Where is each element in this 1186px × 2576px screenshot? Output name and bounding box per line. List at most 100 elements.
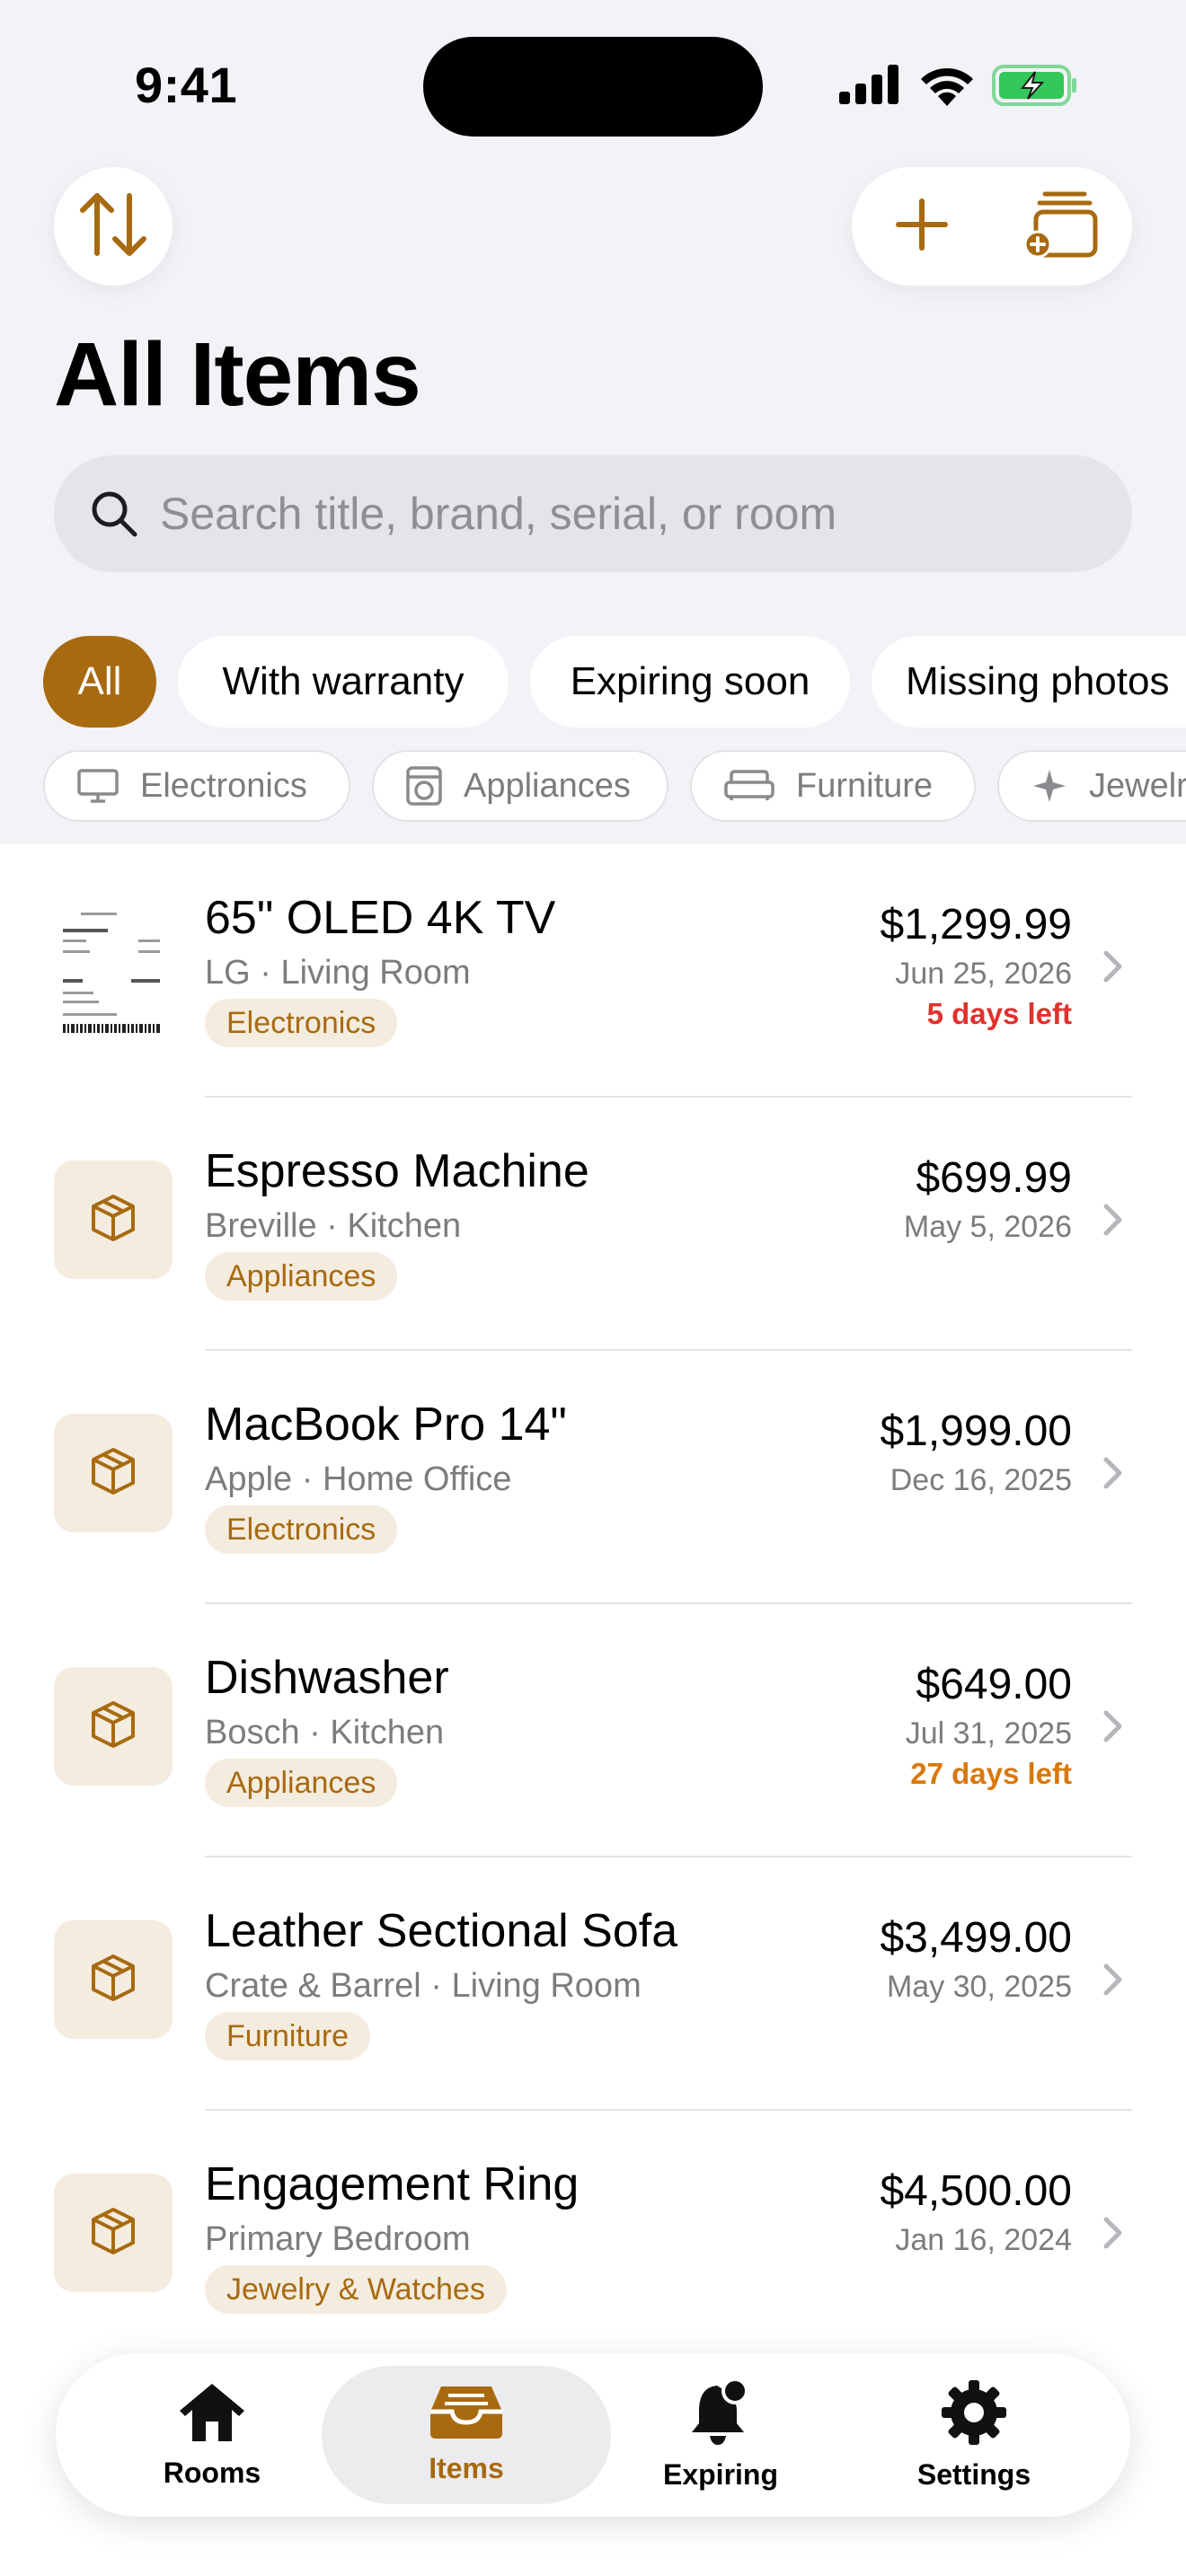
item-thumbnail: [54, 1920, 173, 2039]
item-name: 65" OLED 4K TV: [205, 892, 556, 944]
warranty-remaining: 27 days left: [910, 1757, 1072, 1790]
filter-chip-with-warranty[interactable]: With warranty: [178, 636, 509, 728]
category-badge: Jewelry & Watches: [205, 2265, 507, 2314]
category-chip-label: Appliances: [464, 766, 631, 805]
filter-chip-label: With warranty: [222, 659, 465, 703]
bell-badge-icon: [686, 2378, 755, 2451]
list-item[interactable]: Espresso Machine Breville · Kitchen Appl…: [0, 1098, 1186, 1351]
tab-label: Settings: [916, 2458, 1031, 2491]
warranty-remaining: 5 days left: [926, 997, 1072, 1030]
add-item-button[interactable]: [852, 167, 992, 286]
arrow-up-down-icon: [77, 190, 149, 263]
item-name: Espresso Machine: [205, 1145, 589, 1197]
box-icon: [88, 1446, 138, 1501]
item-subtitle: LG · Living Room: [205, 954, 471, 992]
item-date: Jul 31, 2025: [905, 1716, 1072, 1751]
tab-label: Items: [429, 2452, 504, 2484]
category-chip-jewelry[interactable]: Jewelry: [997, 750, 1186, 822]
gear-icon: [940, 2378, 1008, 2451]
search-icon: [90, 490, 138, 543]
status-time: 9:41: [135, 57, 238, 113]
item-date: Jan 16, 2024: [895, 2223, 1072, 2257]
item-date: Dec 16, 2025: [890, 1463, 1072, 1497]
category-chip-label: Electronics: [140, 766, 307, 805]
chevron-right-icon: [1102, 948, 1125, 989]
item-thumbnail: [54, 1160, 173, 1279]
filter-chip-label: Missing photos: [906, 659, 1170, 703]
filter-chip-expiring-soon[interactable]: Expiring soon: [530, 636, 850, 728]
bulk-add-button[interactable]: [992, 167, 1132, 286]
item-date: May 5, 2026: [903, 1210, 1072, 1244]
list-item[interactable]: MacBook Pro 14" Apple · Home Office Elec…: [0, 1351, 1186, 1604]
box-icon: [88, 1699, 138, 1754]
box-icon: [88, 1193, 138, 1248]
item-price: $1,999.00: [880, 1407, 1072, 1455]
category-badge: Furniture: [205, 2012, 371, 2060]
category-badge: Electronics: [205, 999, 398, 1047]
item-thumbnail: [54, 1414, 173, 1532]
stack-add-icon: [1023, 189, 1101, 265]
item-subtitle: Apple · Home Office: [205, 1460, 512, 1498]
chevron-right-icon: [1102, 1455, 1125, 1495]
item-date: May 30, 2025: [886, 1970, 1072, 2004]
sparkle-icon: [1031, 768, 1067, 804]
list-item[interactable]: Dishwasher Bosch · Kitchen Appliances $6…: [0, 1604, 1186, 1857]
tab-settings[interactable]: Settings: [848, 2366, 1100, 2504]
item-price: $3,499.00: [880, 1914, 1072, 1962]
chevron-right-icon: [1102, 1708, 1125, 1749]
box-icon: [88, 2206, 138, 2261]
house-icon: [176, 2380, 248, 2449]
category-badge: Electronics: [205, 1505, 398, 1554]
list-item[interactable]: Engagement Ring Primary Bedroom Jewelry …: [0, 2111, 1186, 2364]
header-actions: [852, 167, 1132, 286]
search-input[interactable]: [160, 455, 1112, 572]
item-name: Engagement Ring: [205, 2158, 580, 2210]
filter-chip-label: All: [77, 659, 122, 703]
filter-chip-missing-photos[interactable]: Missing photos: [872, 636, 1186, 728]
page-title: All Items: [54, 324, 421, 425]
tab-label: Expiring: [662, 2458, 778, 2491]
filter-chip-all[interactable]: All: [43, 636, 156, 728]
washer-icon: [406, 766, 442, 806]
wifi-icon: [918, 65, 976, 110]
box-icon: [88, 1953, 138, 2007]
search-bar[interactable]: [54, 455, 1132, 572]
category-chip-electronics[interactable]: Electronics: [43, 750, 350, 822]
tv-icon: [77, 768, 119, 804]
item-name: Dishwasher: [205, 1652, 449, 1704]
item-name: Leather Sectional Sofa: [205, 1905, 678, 1957]
item-name: MacBook Pro 14": [205, 1398, 567, 1451]
category-chip-label: Furniture: [796, 766, 934, 805]
list-item[interactable]: 65" OLED 4K TV LG · Living Room Electron…: [0, 844, 1186, 1098]
category-chip-appliances[interactable]: Appliances: [372, 750, 668, 822]
item-thumbnail: [54, 1667, 173, 1786]
category-chip-furniture[interactable]: Furniture: [690, 750, 976, 822]
tray-icon: [429, 2385, 504, 2445]
item-price: $4,500.00: [880, 2167, 1072, 2215]
chevron-right-icon: [1102, 2215, 1125, 2255]
item-price: $649.00: [916, 1661, 1072, 1708]
tab-items[interactable]: Items: [322, 2366, 611, 2504]
dynamic-island: [423, 37, 763, 137]
item-subtitle: Breville · Kitchen: [205, 1207, 462, 1245]
item-subtitle: Bosch · Kitchen: [205, 1714, 445, 1751]
item-price: $1,299.99: [880, 901, 1072, 948]
chevron-right-icon: [1102, 1962, 1125, 2002]
list-item[interactable]: Leather Sectional Sofa Crate & Barrel · …: [0, 1857, 1186, 2111]
receipt-thumbnail: [54, 902, 173, 1037]
item-price: $699.99: [916, 1154, 1072, 1202]
plus-icon: [895, 198, 949, 256]
sofa-icon: [724, 770, 774, 802]
tab-rooms[interactable]: Rooms: [86, 2366, 338, 2504]
tab-label: Rooms: [163, 2457, 261, 2489]
chevron-right-icon: [1102, 1202, 1125, 1242]
cellular-signal-icon: [839, 65, 900, 109]
category-badge: Appliances: [205, 1759, 398, 1807]
tab-expiring[interactable]: Expiring: [595, 2366, 846, 2504]
item-date: Jun 25, 2026: [895, 957, 1072, 991]
item-thumbnail: [54, 2174, 173, 2292]
category-badge: Appliances: [205, 1252, 398, 1301]
category-chip-label: Jewelry: [1089, 766, 1186, 805]
sort-button[interactable]: [54, 167, 173, 286]
item-subtitle: Crate & Barrel · Living Room: [205, 1967, 642, 2005]
